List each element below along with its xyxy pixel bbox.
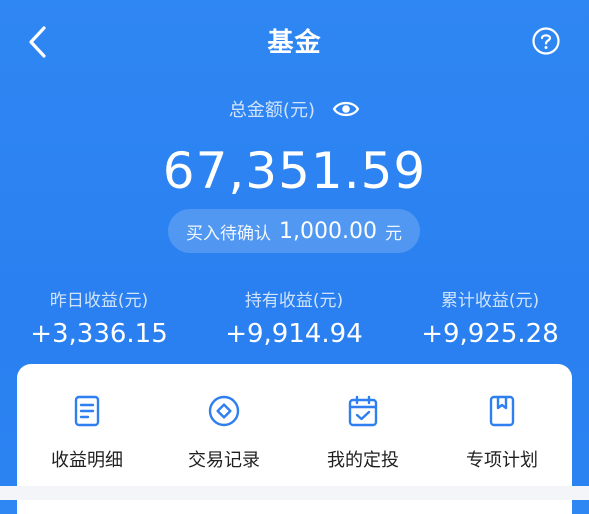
action-label: 交易记录: [188, 450, 260, 471]
pending-unit: 元: [384, 223, 402, 244]
stat-yesterday-earnings: 昨日收益(元) +3,336.15: [14, 286, 184, 349]
stat-value: +9,925.28: [421, 319, 559, 349]
header-bar: 基金: [0, 0, 589, 84]
diamond-circle-icon: [208, 395, 240, 427]
action-earnings-details[interactable]: 收益明细: [27, 394, 147, 472]
help-button[interactable]: [531, 26, 561, 56]
action-label: 我的定投: [327, 450, 399, 471]
stat-label: 持有收益(元): [244, 291, 344, 311]
stat-label: 累计收益(元): [440, 291, 540, 311]
action-special-plan[interactable]: 专项计划: [442, 394, 562, 472]
pending-label: 买入待确认: [186, 223, 272, 244]
stat-value: +3,336.15: [30, 319, 168, 349]
total-amount-label: 总金额(元): [228, 100, 315, 121]
stat-cumulative-earnings: 累计收益(元) +9,925.28: [405, 286, 575, 349]
pending-confirmation-pill[interactable]: 买入待确认 1,000.00 元: [168, 209, 420, 253]
bookmark-book-icon: [489, 395, 515, 427]
question-circle-icon: [532, 27, 560, 55]
visibility-toggle[interactable]: [332, 99, 360, 119]
action-label: 收益明细: [51, 450, 123, 471]
eye-icon: [332, 101, 360, 117]
stat-label: 昨日收益(元): [49, 291, 149, 311]
action-transaction-records[interactable]: 交易记录: [164, 394, 284, 472]
stat-holding-earnings: 持有收益(元) +9,914.94: [209, 286, 379, 349]
pending-amount: 1,000.00: [279, 218, 377, 244]
stat-value: +9,914.94: [225, 319, 363, 349]
document-list-icon: [74, 395, 100, 427]
page-title: 基金: [267, 28, 322, 58]
action-label: 专项计划: [466, 450, 538, 471]
total-label-row: 总金额(元): [0, 96, 589, 122]
action-my-auto-invest[interactable]: 我的定投: [303, 394, 423, 472]
bottom-background-strip: [0, 486, 589, 500]
calendar-check-icon: [348, 395, 378, 427]
total-amount-value: 67,351.59: [162, 142, 427, 200]
